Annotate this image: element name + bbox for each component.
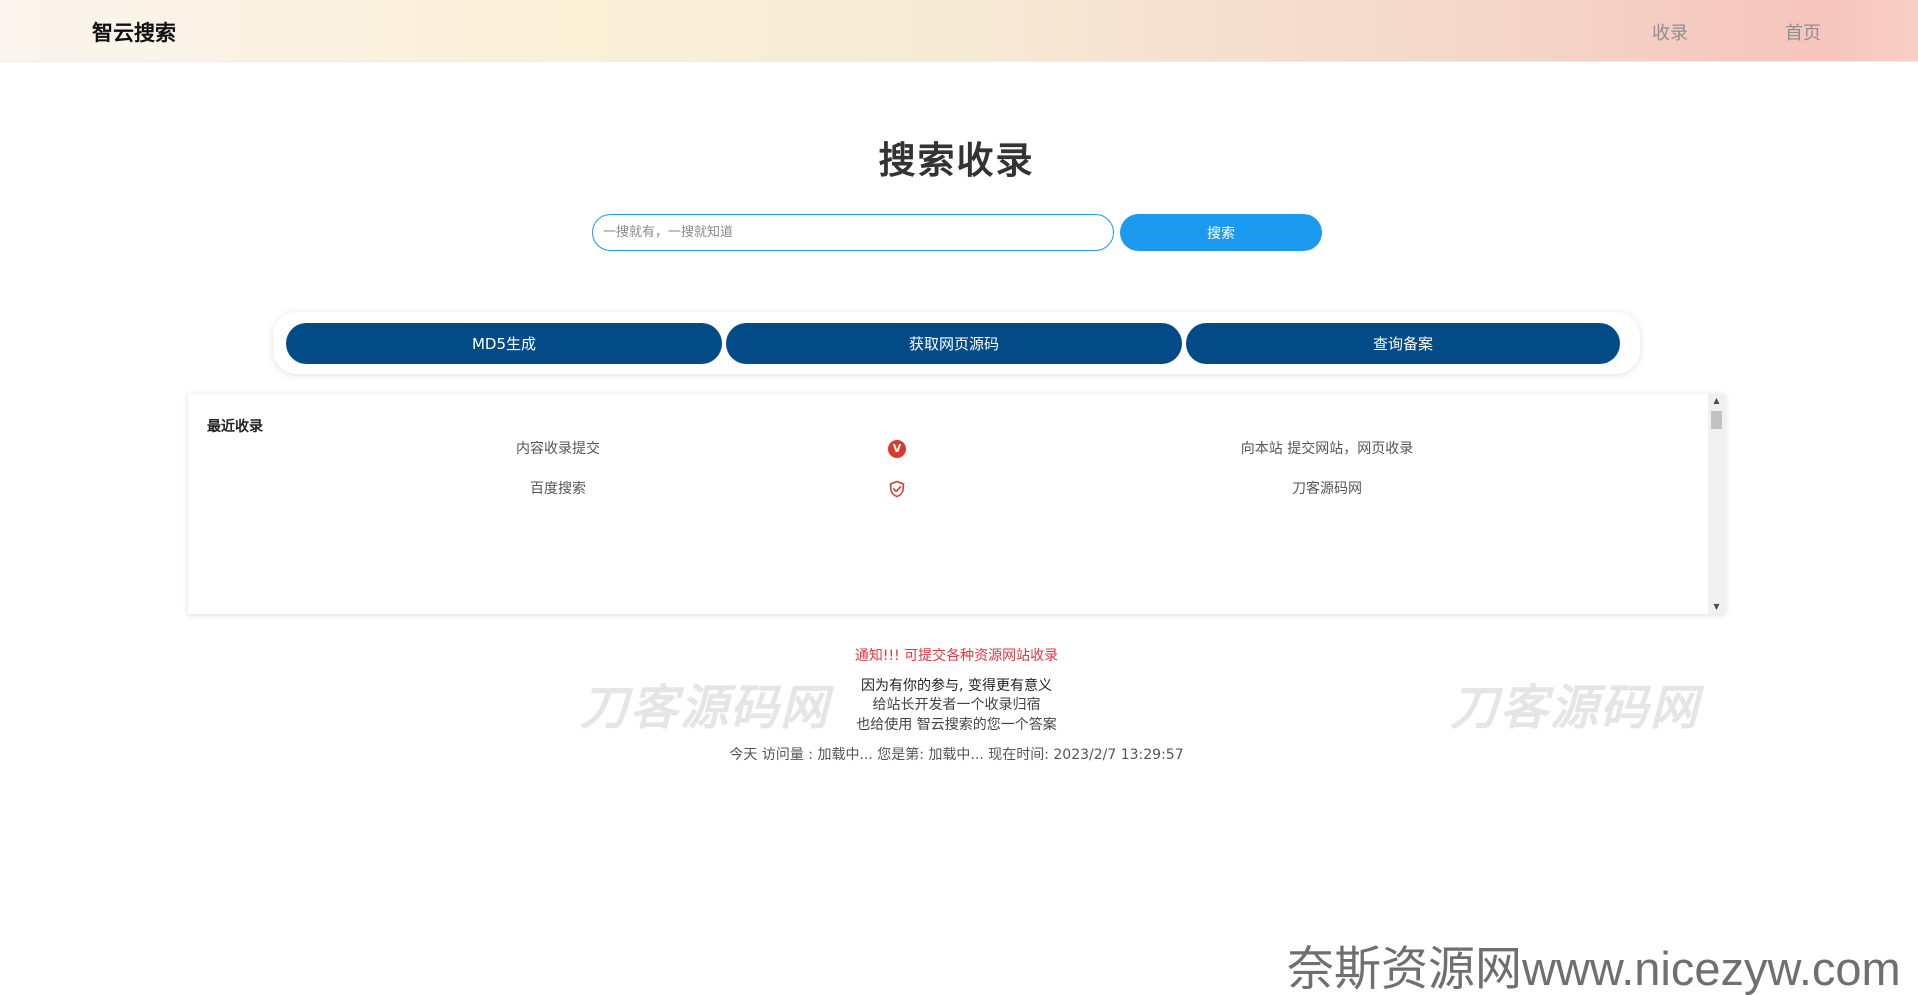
scroll-up-arrow-icon[interactable]: ▲ xyxy=(1708,394,1725,408)
search-button[interactable]: 搜索 xyxy=(1120,214,1322,251)
top-navbar: 智云搜索 收录 首页 xyxy=(0,0,1918,62)
recent-item-name[interactable]: 内容收录提交 xyxy=(373,438,743,458)
scroll-thumb[interactable] xyxy=(1711,411,1722,429)
icp-lookup-button[interactable]: 查询备案 xyxy=(1186,323,1620,364)
page: 智云搜索 收录 首页 搜索收录 搜索 MD5生成 获取网页源码 查询备案 最近收… xyxy=(0,0,1918,995)
recent-item-description: 向本站 提交网站，网页收录 xyxy=(1240,441,1414,457)
nav-link-home[interactable]: 首页 xyxy=(1785,19,1821,45)
recent-submissions-panel: 最近收录 内容收录提交 V 向本站 提交网站，网页收录 百度搜索 刀客源码网 ▲… xyxy=(188,394,1725,614)
recent-item-name[interactable]: 百度搜索 xyxy=(373,478,743,498)
md5-generate-button[interactable]: MD5生成 xyxy=(286,323,722,364)
scroll-down-arrow-icon[interactable]: ▼ xyxy=(1708,600,1725,614)
visit-stats-text: 今天 访问量 : 加载中... 您是第: 加载中... 现在时间: 2023/2… xyxy=(729,747,1184,763)
search-input[interactable] xyxy=(592,214,1114,251)
recent-item-description: 刀客源码网 xyxy=(1292,481,1362,497)
list-item[interactable]: 内容收录提交 V 向本站 提交网站，网页收录 xyxy=(188,438,1708,462)
watermark-bottom: 奈斯资源网www.nicezyw.com xyxy=(1287,942,1901,995)
get-page-source-button[interactable]: 获取网页源码 xyxy=(726,323,1182,364)
v-badge-icon: V xyxy=(888,440,908,460)
recent-panel-title: 最近收录 xyxy=(207,419,263,435)
list-item[interactable]: 百度搜索 刀客源码网 xyxy=(188,478,1708,502)
page-title: 搜索收录 xyxy=(878,139,1035,182)
vertical-scrollbar[interactable]: ▲ ▼ xyxy=(1708,394,1725,614)
site-logo-text[interactable]: 智云搜索 xyxy=(92,17,176,47)
shield-check-icon xyxy=(888,480,908,500)
slogan-line-1: 因为有你的参与, 变得更有意义 xyxy=(861,678,1052,694)
notice-text: 通知!!! 可提交各种资源网站收录 xyxy=(854,648,1059,664)
tools-bar: MD5生成 获取网页源码 查询备案 xyxy=(273,312,1640,374)
slogan-line-2: 给站长开发者一个收录归宿 xyxy=(872,697,1041,713)
nav-link-shoulu[interactable]: 收录 xyxy=(1652,19,1688,45)
v-badge-text: V xyxy=(888,440,906,458)
slogan-line-3: 也给使用 智云搜索的您一个答案 xyxy=(856,717,1057,733)
